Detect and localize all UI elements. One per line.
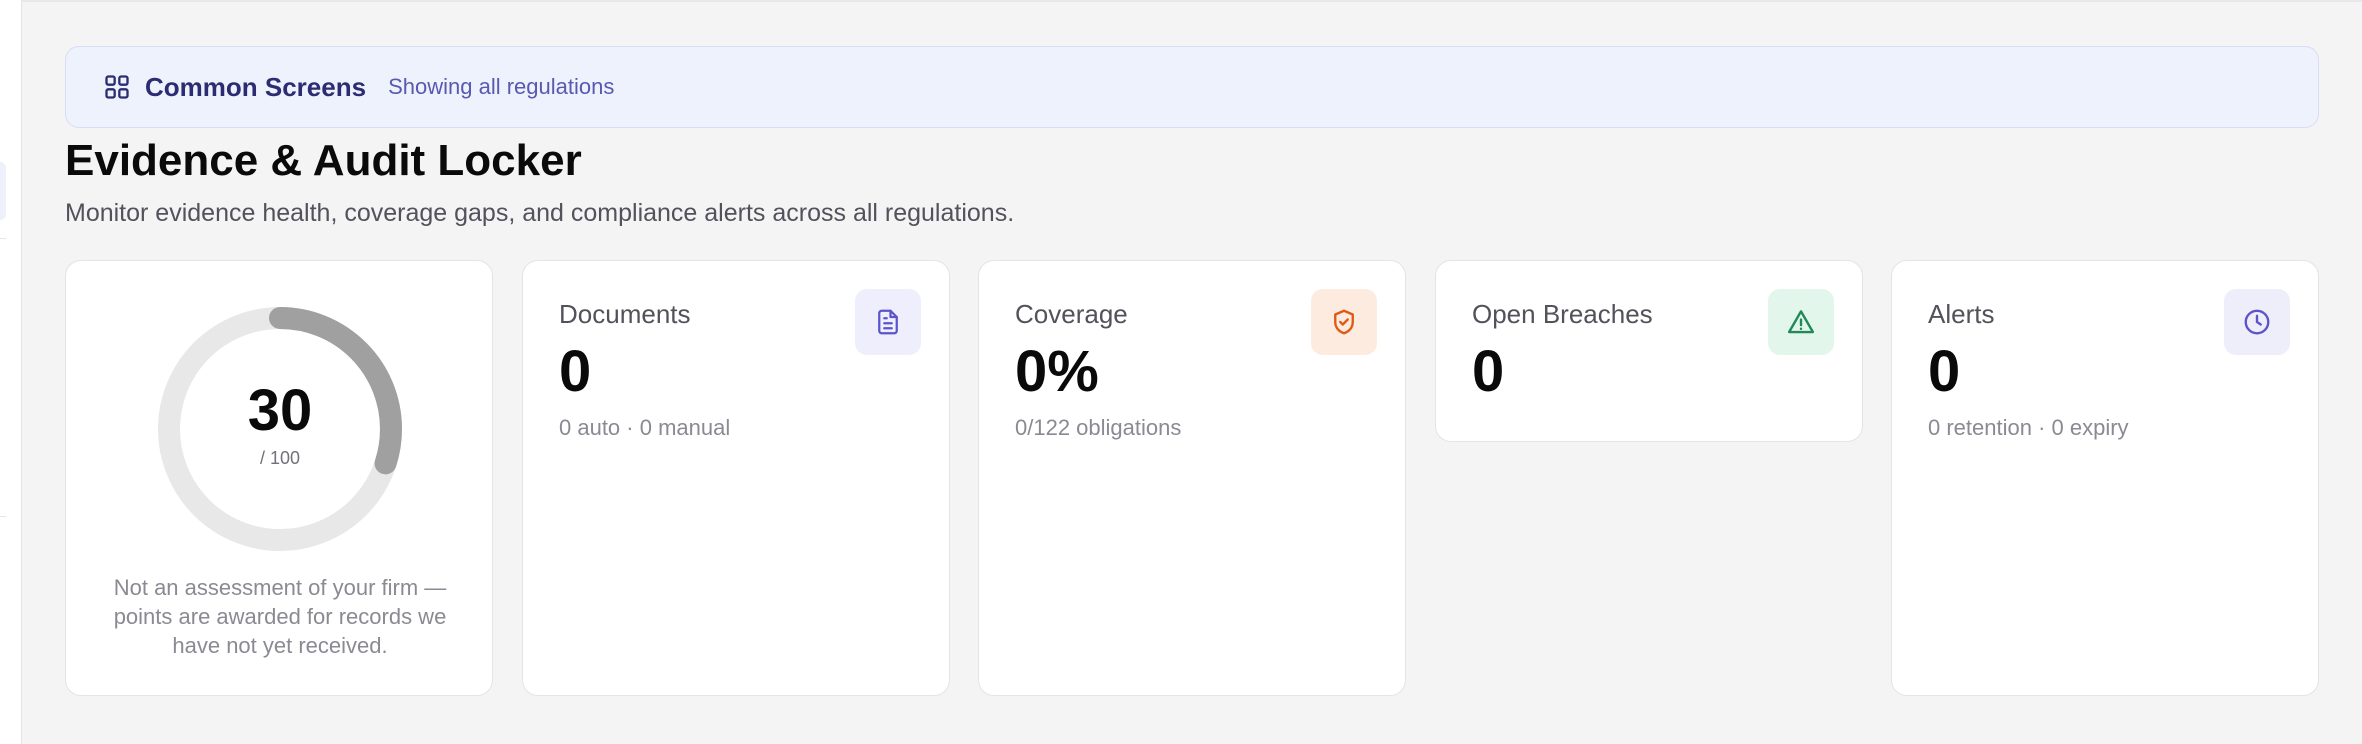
rail-divider — [0, 238, 6, 239]
shield-check-icon — [1311, 289, 1377, 355]
card-value: 0 — [559, 339, 592, 404]
grid-icon — [103, 73, 131, 101]
left-rail — [0, 0, 22, 744]
open-breaches-card[interactable]: Open Breaches 0 — [1435, 260, 1863, 442]
stat-cards: 30 / 100 Not an assessment of your firm … — [65, 260, 2319, 700]
top-divider — [22, 0, 2362, 2]
alerts-card[interactable]: Alerts 0 0 retention · 0 expiry — [1891, 260, 2319, 696]
card-label: Open Breaches — [1472, 299, 1653, 329]
score-max: / 100 — [259, 448, 301, 468]
rail-active-marker — [0, 162, 6, 220]
score-disclaimer: Not an assessment of your firm — points … — [113, 575, 447, 658]
banner-title: Common Screens — [145, 71, 367, 102]
card-value: 0 — [1928, 339, 1961, 404]
common-screens-banner[interactable]: Common Screens Showing all regulations — [65, 46, 2319, 128]
score-donut: 30 / 100 — [157, 306, 403, 552]
banner-subtitle: Showing all regulations — [388, 74, 615, 99]
rail-divider — [0, 516, 6, 517]
clock-icon — [2224, 289, 2290, 355]
score-value: 30 — [247, 378, 313, 443]
card-label: Alerts — [1928, 299, 1995, 329]
card-value: 0% — [1015, 339, 1099, 404]
card-label: Coverage — [1015, 299, 1128, 329]
warning-triangle-icon — [1768, 289, 1834, 355]
card-meta: 0 auto · 0 manual — [559, 415, 731, 440]
documents-card[interactable]: Documents 0 0 auto · 0 manual — [522, 260, 950, 696]
card-value: 0 — [1472, 339, 1505, 404]
main-content: Common Screens Showing all regulations E… — [65, 46, 2319, 700]
card-meta: 0/122 obligations — [1015, 415, 1182, 440]
card-label: Documents — [559, 299, 691, 329]
card-meta: 0 retention · 0 expiry — [1928, 415, 2129, 440]
document-icon — [855, 289, 921, 355]
page-title: Evidence & Audit Locker — [65, 136, 582, 185]
coverage-card[interactable]: Coverage 0% 0/122 obligations — [978, 260, 1406, 696]
readiness-score-card: 30 / 100 Not an assessment of your firm … — [65, 260, 493, 696]
page-subtitle: Monitor evidence health, coverage gaps, … — [65, 199, 1015, 227]
page: Common Screens Showing all regulations E… — [0, 0, 2362, 744]
